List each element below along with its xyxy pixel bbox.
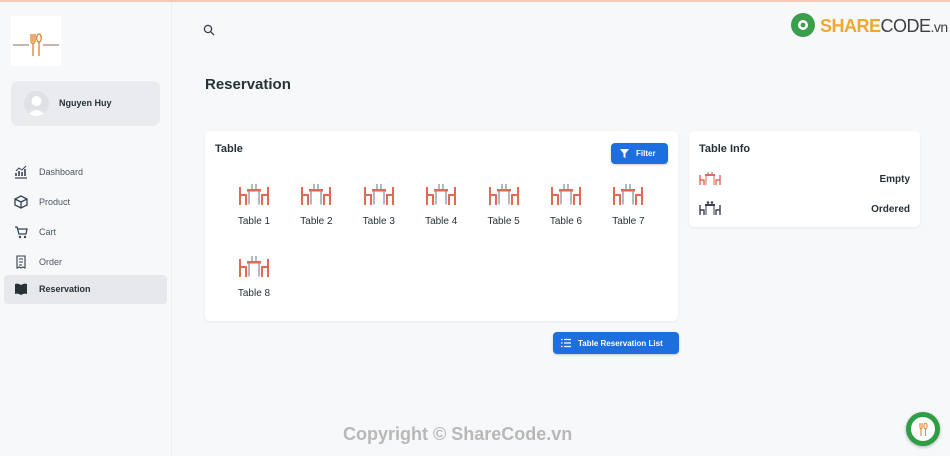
nav-item-reservation[interactable]: Reservation [4,275,167,304]
page-title: Reservation [205,76,291,93]
profile-name: Nguyen Huy [59,98,112,108]
nav-label-order: Order [39,257,63,267]
cart-icon [15,226,28,239]
table-label: Table 2 [300,216,333,227]
info-row-empty: Empty [699,169,910,189]
table-reservation-list-button[interactable]: Table Reservation List [553,332,679,354]
table-label: Table 4 [425,216,458,227]
nav-item-order[interactable]: Order [4,248,167,277]
table-chairs-icon [613,184,644,205]
sharecode-logo-icon [791,13,815,37]
table-label: Table 3 [362,216,395,227]
book-icon [15,283,27,295]
nav-item-dashboard[interactable]: Dashboard [4,158,167,187]
table-chairs-icon [301,184,332,205]
table-chairs-icon [426,184,457,205]
table-chairs-icon [363,184,394,205]
fork-spoon-icon [919,422,928,436]
table-label: Table 1 [237,216,271,227]
wm-brand-c: .vn [930,19,949,35]
info-row-ordered: Ordered [699,199,910,219]
table-item[interactable]: Table 7 [600,181,656,237]
tables-card-title: Table [215,143,243,155]
restaurant-logo[interactable] [11,16,61,66]
sharecode-floating-button[interactable] [906,412,940,446]
search-icon[interactable] [203,24,215,36]
fab-inner [911,417,935,441]
sharecode-watermark: SHARECODE.vn [790,10,948,42]
table-chairs-icon [239,184,269,205]
table-item[interactable]: Table 3 [351,181,407,237]
ordered-table-icon [699,201,721,215]
table-reservation-list-label: Table Reservation List [578,339,663,348]
nav-label-dashboard: Dashboard [39,167,84,177]
nav-label-product: Product [39,197,71,207]
wm-brand-a: SHARE [820,16,881,36]
filter-label: Filter [636,149,656,158]
tables-card: Table Filter Table 1 Table 2 Table 3 Table … [205,131,678,321]
nav-label-reservation: Reservation [39,284,91,294]
sidebar: Nguyen Huy Dashboard Product Cart Order [0,2,172,456]
table-label: Table 7 [612,216,645,227]
fork-spoon-icon [13,33,59,56]
nav-label-cart: Cart [39,227,57,237]
table-chairs-icon [551,184,581,205]
box-icon [14,195,28,209]
copyright-watermark: Copyright © ShareCode.vn [343,424,573,444]
table-item[interactable]: Table 5 [476,181,532,237]
table-item[interactable]: Table 2 [288,181,344,237]
avatar [24,91,49,116]
list-icon [561,338,571,348]
nav-item-product[interactable]: Product [4,188,167,217]
table-info-title: Table Info [699,143,751,155]
table-label: Table 8 [237,288,271,299]
sharecode-wordmark: SHARECODE.vn [820,16,948,37]
table-chairs-icon [488,184,519,205]
user-avatar-icon [27,96,46,116]
user-profile-card[interactable]: Nguyen Huy [11,81,160,126]
table-item[interactable]: Table 6 [538,181,594,237]
empty-table-icon [699,172,721,185]
chart-icon [15,165,27,179]
info-status-ordered: Ordered [871,204,910,215]
table-info-card: Table Info Empty Ordered [689,131,920,227]
nav-item-cart[interactable]: Cart [4,218,167,247]
wm-brand-b: CODE [880,16,932,36]
filter-button[interactable]: Filter [611,143,668,164]
receipt-icon [16,255,26,269]
info-status-empty: Empty [879,174,910,185]
table-chairs-icon [239,256,269,277]
filter-icon [620,149,629,158]
table-item[interactable]: Table 8 [226,253,282,309]
table-item[interactable]: Table 1 [226,181,282,237]
table-label: Table 5 [487,216,520,227]
table-label: Table 6 [549,216,583,227]
table-item[interactable]: Table 4 [413,181,469,237]
